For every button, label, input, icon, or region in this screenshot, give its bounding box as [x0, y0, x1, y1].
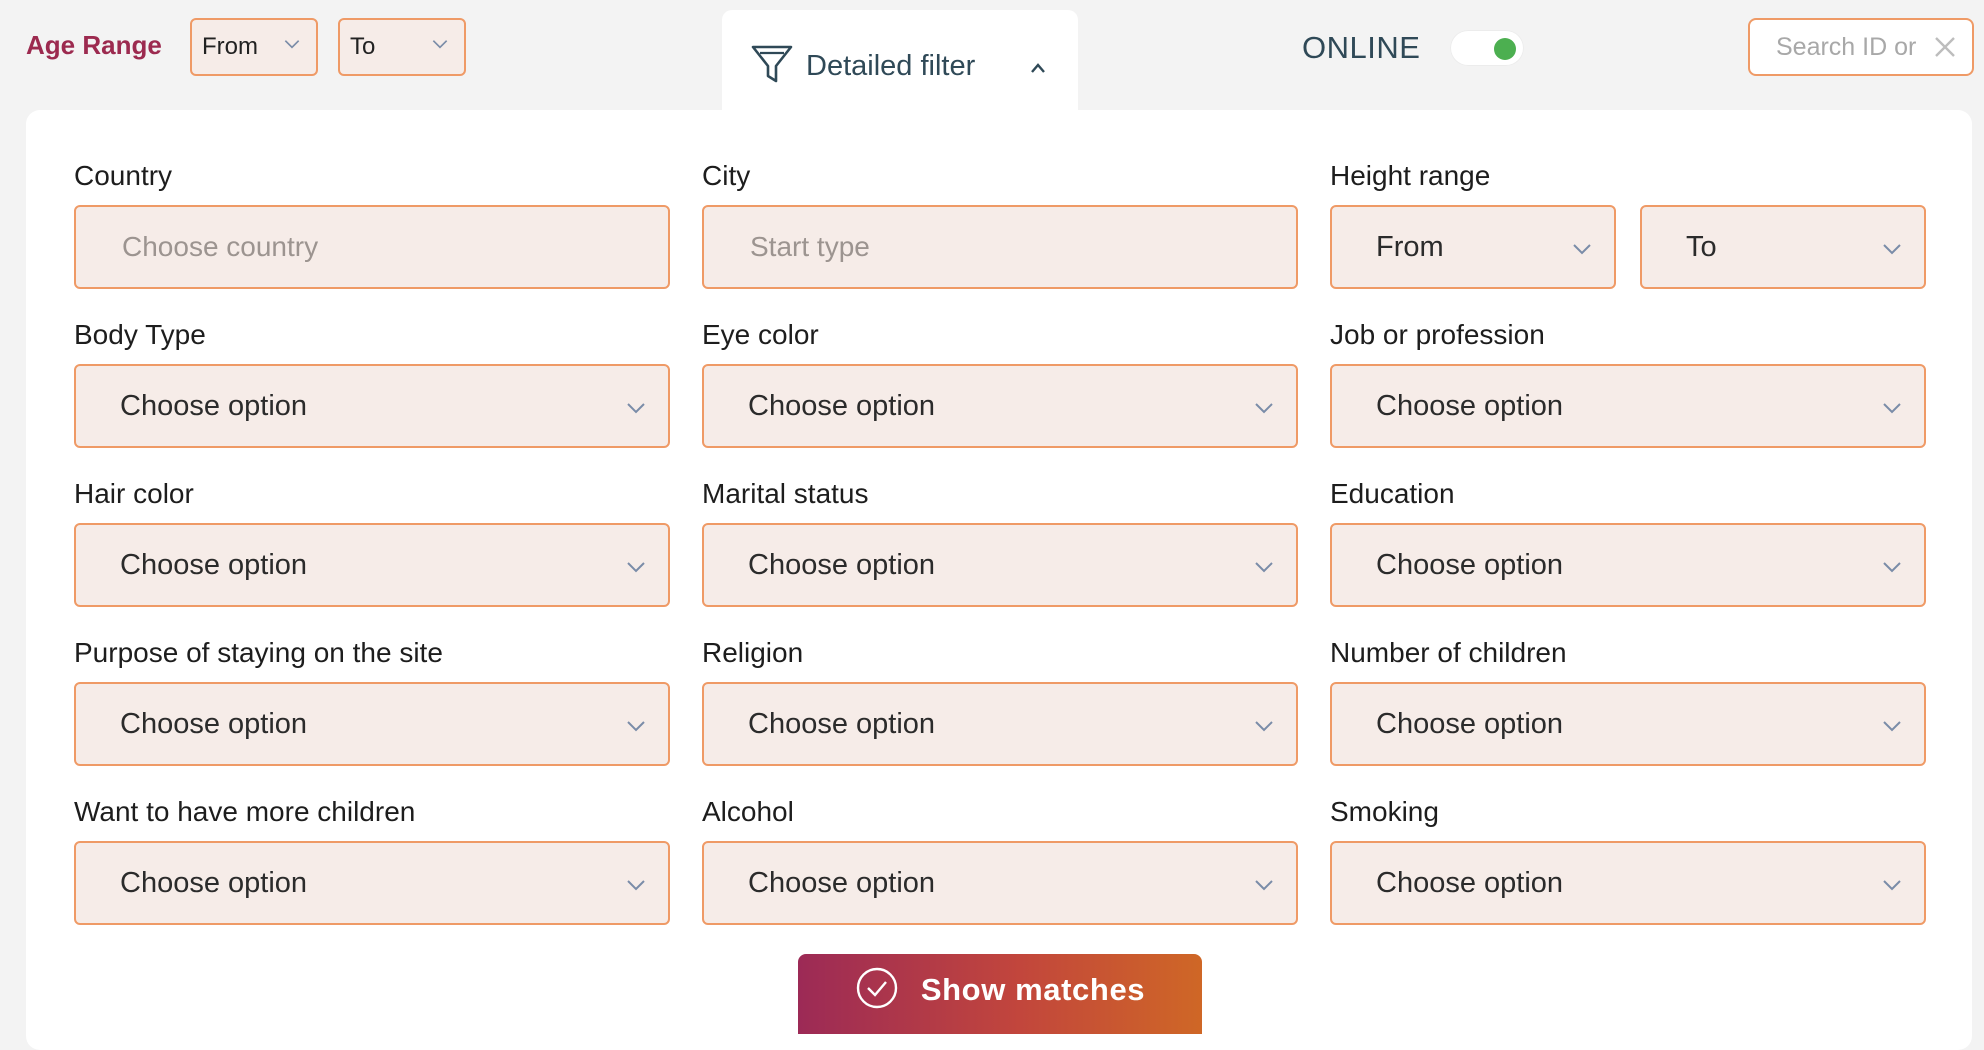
- chevron-down-icon: [624, 396, 648, 420]
- chevron-down-icon: [1252, 873, 1276, 897]
- purpose-label: Purpose of staying on the site: [74, 637, 443, 668]
- alcohol-value: Choose option: [748, 866, 936, 899]
- country-input[interactable]: [120, 230, 618, 264]
- chevron-down-icon: [1880, 237, 1904, 261]
- chevron-down-icon: [1880, 396, 1904, 420]
- age-from-select[interactable]: From: [190, 18, 318, 76]
- more-children-select[interactable]: Choose option: [74, 841, 670, 925]
- more-children-value: Choose option: [120, 866, 308, 899]
- chevron-down-icon: [282, 34, 302, 54]
- purpose-value: Choose option: [120, 707, 308, 740]
- country-label: Country: [74, 160, 173, 191]
- age-to-select[interactable]: To: [338, 18, 466, 76]
- check-circle-icon: [855, 966, 899, 1010]
- body-type-value: Choose option: [120, 389, 308, 422]
- show-matches-button[interactable]: Show matches: [798, 954, 1202, 1034]
- job-label: Job or profession: [1330, 319, 1545, 350]
- show-matches-label: Show matches: [920, 972, 1146, 1007]
- search-id-field[interactable]: [1748, 18, 1974, 76]
- children-label: Number of children: [1330, 637, 1567, 668]
- children-value: Choose option: [1376, 707, 1564, 740]
- close-icon[interactable]: [1932, 34, 1958, 60]
- chevron-down-icon: [624, 714, 648, 738]
- chevron-down-icon: [1880, 873, 1904, 897]
- education-value: Choose option: [1376, 548, 1564, 581]
- city-label: City: [702, 160, 751, 191]
- marital-status-value: Choose option: [748, 548, 936, 581]
- chevron-down-icon: [1252, 396, 1276, 420]
- toggle-knob: [1494, 38, 1516, 60]
- marital-status-label: Marital status: [702, 478, 869, 509]
- job-select[interactable]: Choose option: [1330, 364, 1926, 448]
- chevron-down-icon: [624, 555, 648, 579]
- funnel-icon: [748, 40, 796, 88]
- chevron-down-icon: [1252, 714, 1276, 738]
- search-id-input[interactable]: [1774, 31, 1928, 63]
- smoking-value: Choose option: [1376, 866, 1564, 899]
- eye-color-select[interactable]: Choose option: [702, 364, 1298, 448]
- alcohol-label: Alcohol: [702, 796, 794, 827]
- hair-color-label: Hair color: [74, 478, 194, 509]
- height-to-value: To: [1686, 230, 1717, 263]
- eye-color-value: Choose option: [748, 389, 936, 422]
- city-field[interactable]: [702, 205, 1298, 289]
- purpose-select[interactable]: Choose option: [74, 682, 670, 766]
- more-children-label: Want to have more children: [74, 796, 416, 827]
- online-toggle[interactable]: [1450, 30, 1524, 66]
- detailed-filter-tab[interactable]: Detailed filter: [722, 10, 1078, 122]
- chevron-down-icon: [624, 873, 648, 897]
- education-select[interactable]: Choose option: [1330, 523, 1926, 607]
- education-label: Education: [1330, 478, 1455, 509]
- alcohol-select[interactable]: Choose option: [702, 841, 1298, 925]
- country-field[interactable]: [74, 205, 670, 289]
- chevron-down-icon: [1252, 555, 1276, 579]
- chevron-down-icon: [1570, 237, 1594, 261]
- hair-color-select[interactable]: Choose option: [74, 523, 670, 607]
- height-from-value: From: [1376, 230, 1444, 263]
- hair-color-value: Choose option: [120, 548, 308, 581]
- eye-color-label: Eye color: [702, 319, 819, 350]
- height-to-select[interactable]: To: [1640, 205, 1926, 289]
- online-label: ONLINE: [1302, 30, 1421, 65]
- job-value: Choose option: [1376, 389, 1564, 422]
- religion-value: Choose option: [748, 707, 936, 740]
- height-range-label: Height range: [1330, 160, 1491, 191]
- smoking-label: Smoking: [1330, 796, 1439, 827]
- smoking-select[interactable]: Choose option: [1330, 841, 1926, 925]
- detailed-filter-label: Detailed filter: [806, 50, 976, 82]
- chevron-down-icon: [430, 34, 450, 54]
- age-range-label: Age Range: [26, 30, 162, 60]
- age-to-value: To: [350, 33, 376, 60]
- body-type-label: Body Type: [74, 319, 206, 350]
- body-type-select[interactable]: Choose option: [74, 364, 670, 448]
- religion-label: Religion: [702, 637, 804, 668]
- chevron-down-icon: [1880, 714, 1904, 738]
- height-from-select[interactable]: From: [1330, 205, 1616, 289]
- marital-status-select[interactable]: Choose option: [702, 523, 1298, 607]
- chevron-down-icon: [1880, 555, 1904, 579]
- age-from-value: From: [202, 33, 258, 60]
- children-select[interactable]: Choose option: [1330, 682, 1926, 766]
- religion-select[interactable]: Choose option: [702, 682, 1298, 766]
- chevron-up-icon[interactable]: [1028, 60, 1048, 76]
- city-input[interactable]: [748, 230, 1246, 264]
